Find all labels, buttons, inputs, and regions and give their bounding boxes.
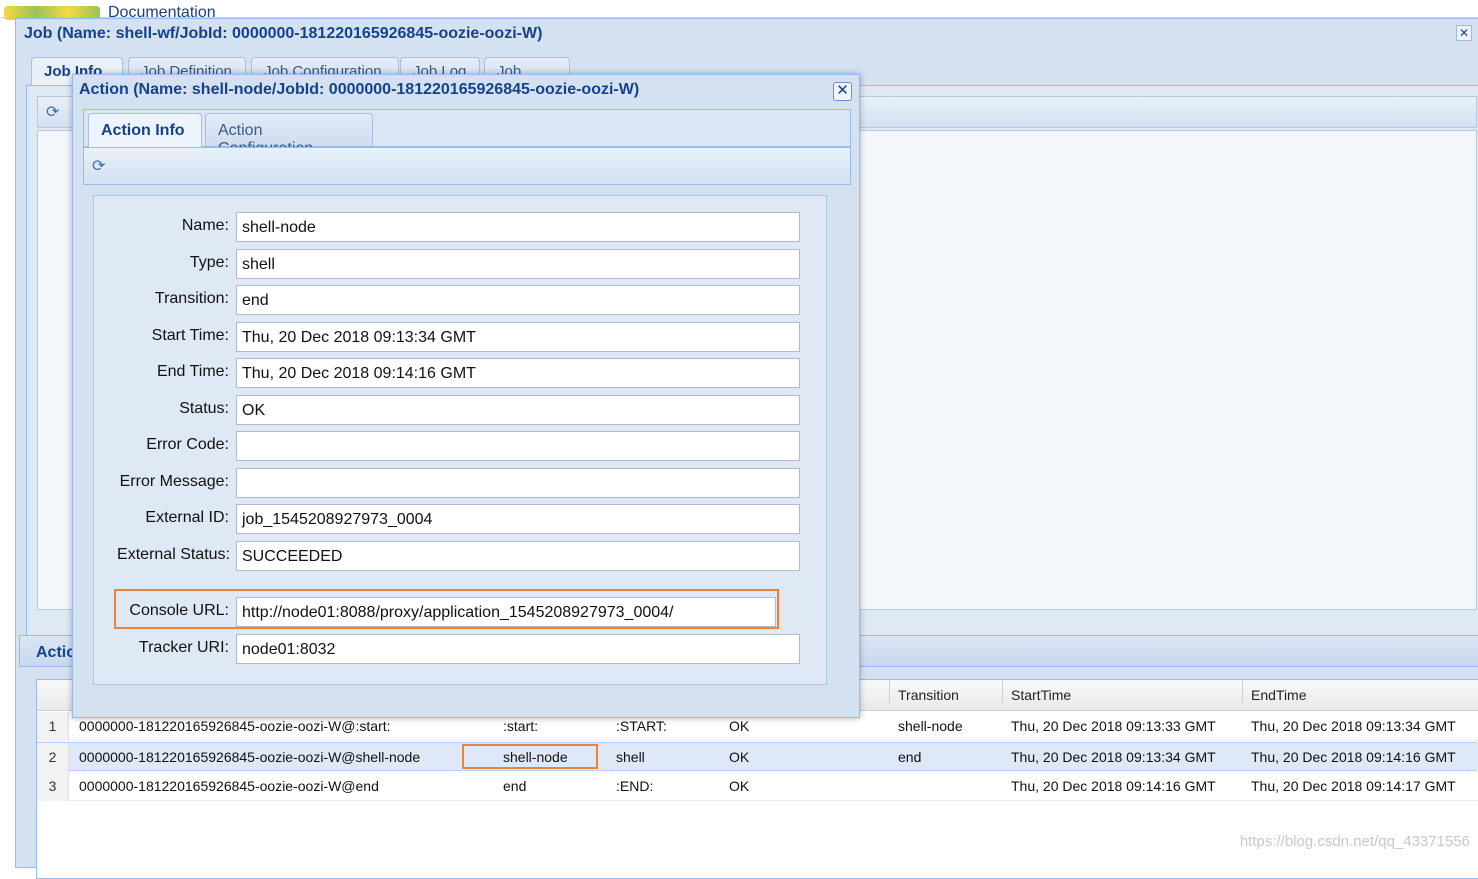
cell-transition: end [898,749,922,765]
label: Error Message: [119,473,229,490]
start-time-field[interactable]: Thu, 20 Dec 2018 09:13:34 GMT [236,322,800,352]
field-external-status: External Status: SUCCEEDED [94,541,828,571]
field-transition: Transition: end [94,285,828,315]
label: Tracker URI: [138,639,229,656]
cell-end: Thu, 20 Dec 2018 09:14:17 GMT [1251,778,1456,794]
row-number: 1 [37,712,69,741]
external-status-field[interactable]: SUCCEEDED [236,541,800,571]
cell-type: :END: [616,778,654,794]
label: Status: [179,400,229,417]
close-icon[interactable]: ✕ [1456,25,1472,41]
type-field[interactable]: shell [236,249,800,279]
column-header-starttime[interactable]: StartTime [1002,680,1242,704]
transition-field[interactable]: end [236,285,800,315]
table-row[interactable]: 3 0000000-181220165926845-oozie-oozi-W@e… [37,772,1478,801]
cell-end: Thu, 20 Dec 2018 09:14:16 GMT [1251,749,1456,765]
close-icon[interactable]: ✕ [833,82,852,101]
watermark: https://blog.csdn.net/qq_43371556 [1239,833,1470,850]
highlight-box-shell-node [462,744,598,769]
name-field[interactable]: shell-node [236,212,800,242]
label: Transition: [154,290,229,307]
cell-status: OK [729,749,750,765]
refresh-icon[interactable]: ⟳ [46,102,59,122]
label: Error Code: [146,436,229,453]
actions-panel-title: Actions [36,644,76,661]
cell-id: 0000000-181220165926845-oozie-oozi-W@end [79,778,379,794]
field-tracker-uri: Tracker URI: node01:8032 [94,634,828,664]
external-id-field[interactable]: job_1545208927973_0004 [236,504,800,534]
tab-action-info[interactable]: Action Info [88,113,202,148]
table-row-selected[interactable]: 2 0000000-181220165926845-oozie-oozi-W@s… [37,742,1478,772]
action-dialog-title: Action (Name: shell-node/JobId: 0000000-… [79,81,640,98]
label: End Time: [156,363,229,380]
cell-end: Thu, 20 Dec 2018 09:13:34 GMT [1251,718,1456,734]
field-status: Status: OK [94,395,828,425]
refresh-icon[interactable]: ⟳ [92,156,105,176]
cell-id: 0000000-181220165926845-oozie-oozi-W@she… [79,749,421,765]
label: Start Time: [151,327,229,344]
top-strip: Documentation [0,0,1478,21]
status-field[interactable]: OK [236,395,800,425]
tracker-uri-field[interactable]: node01:8032 [236,634,800,664]
action-tabs: Action Info Action Configuration [83,109,851,157]
action-toolbar: ⟳ [83,147,851,185]
column-header-endtime[interactable]: EndTime [1242,680,1478,704]
column-header-transition[interactable]: Transition [889,680,1001,704]
field-external-id: External ID: job_1545208927973_0004 [94,504,828,534]
cell-start: Thu, 20 Dec 2018 09:13:34 GMT [1011,749,1216,765]
label: External ID: [145,509,229,526]
cell-transition: shell-node [898,718,963,734]
label: Name: [181,217,229,234]
row-number: 2 [37,743,69,772]
error-code-field[interactable] [236,431,800,461]
cell-type: shell [616,749,645,765]
field-name: Name: shell-node [94,212,828,242]
field-error-message: Error Message: [94,468,828,498]
field-start-time: Start Time: Thu, 20 Dec 2018 09:13:34 GMT [94,322,828,352]
error-message-field[interactable] [236,468,800,498]
job-window-title: Job (Name: shell-wf/JobId: 0000000-18122… [24,25,543,42]
row-number: 3 [37,772,69,801]
cell-start: Thu, 20 Dec 2018 09:13:33 GMT [1011,718,1216,734]
tab-action-configuration[interactable]: Action Configuration [205,113,373,157]
end-time-field[interactable]: Thu, 20 Dec 2018 09:14:16 GMT [236,358,800,388]
field-error-code: Error Code: [94,431,828,461]
label: Type: [189,254,229,271]
cell-name: end [503,778,527,794]
label: External Status: [117,546,230,563]
field-type: Type: shell [94,249,828,279]
cell-status: OK [729,778,750,794]
field-end-time: End Time: Thu, 20 Dec 2018 09:14:16 GMT [94,358,828,388]
cell-start: Thu, 20 Dec 2018 09:14:16 GMT [1011,778,1216,794]
highlight-box-console-url [114,589,779,629]
